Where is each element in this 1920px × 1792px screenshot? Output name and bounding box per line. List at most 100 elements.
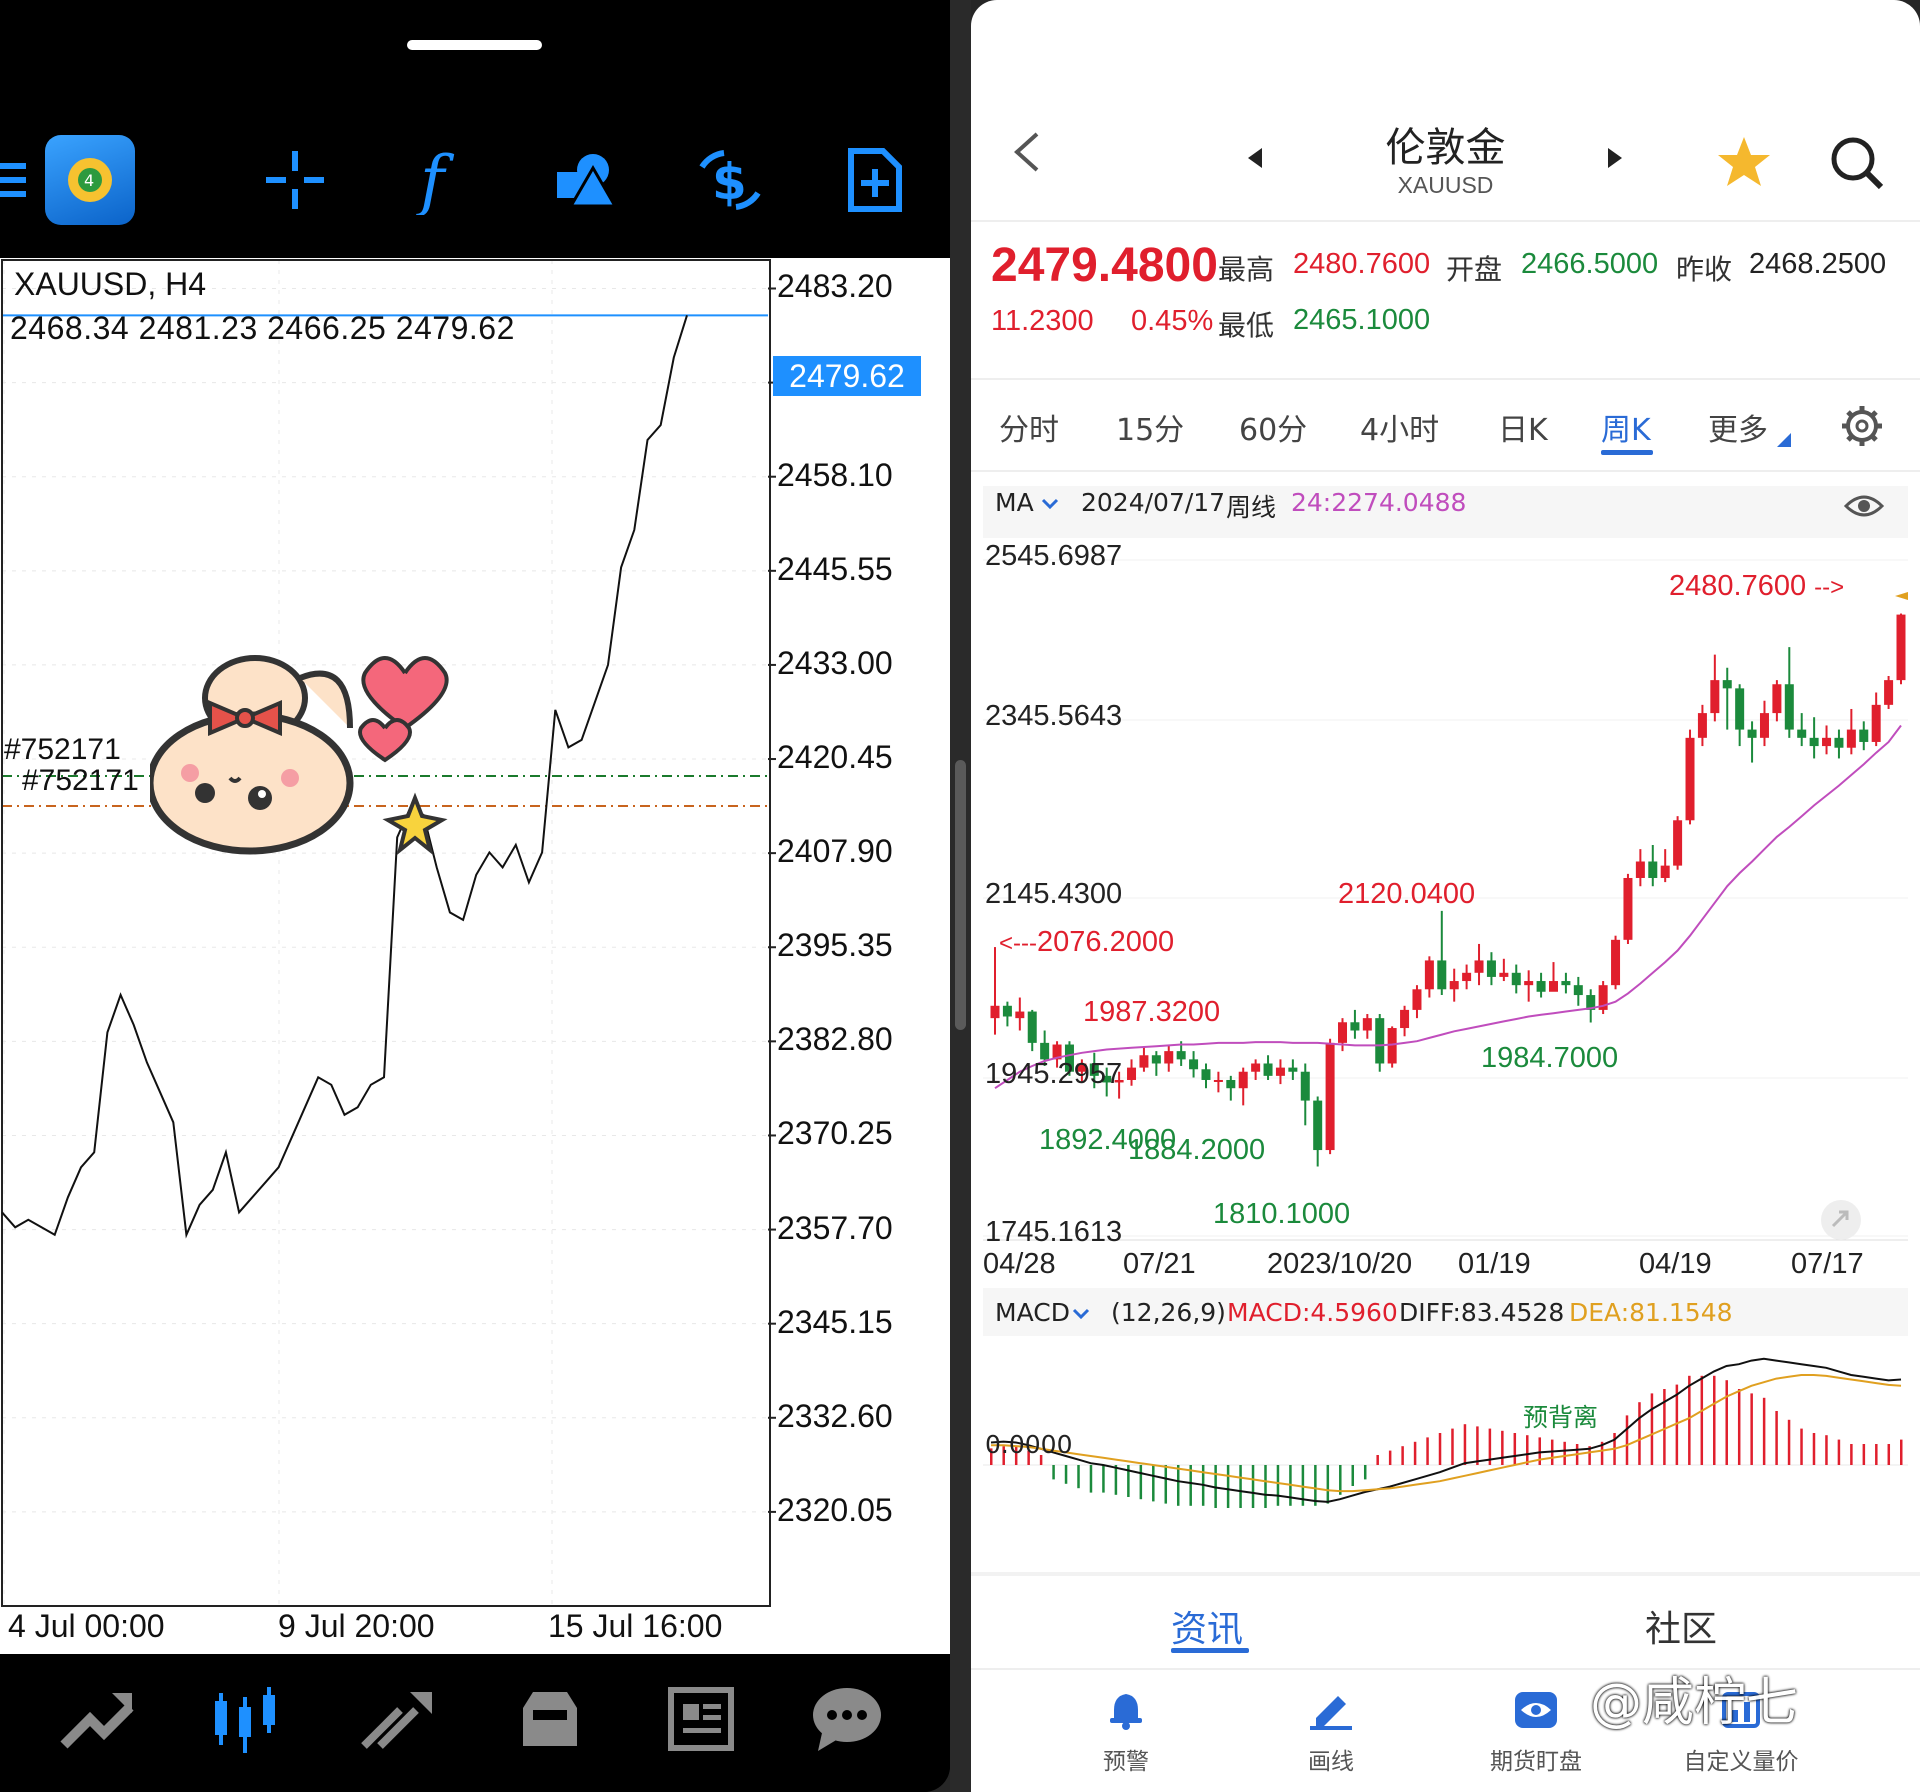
history-icon[interactable] (505, 1674, 595, 1764)
macd-bar (1762, 1397, 1766, 1465)
mt-chart[interactable]: XAUUSD, H4 2468.34 2481.23 2466.25 2479.… (0, 258, 950, 1654)
macd-chart[interactable]: 0.0000 预背离 (983, 1340, 1908, 1560)
order-label-2[interactable]: #752171 (22, 764, 139, 798)
price-axis-label: 2357.70 (777, 1209, 893, 1246)
candle-body (1164, 1051, 1174, 1064)
objects-icon[interactable] (540, 125, 630, 235)
macd-select[interactable]: MACD (995, 1298, 1070, 1327)
macd-bar (1114, 1465, 1118, 1495)
macd-bar (1264, 1465, 1267, 1508)
nav-alert[interactable]: 预警 (1046, 1690, 1206, 1776)
tab-60m[interactable]: 60分 (1239, 405, 1307, 449)
candle-body (1400, 1009, 1410, 1029)
order-label-1[interactable]: #752171 (4, 733, 121, 767)
macd-bar (1239, 1465, 1242, 1508)
current-price-tag: 2479.62 (773, 356, 921, 396)
chat-icon[interactable] (802, 1674, 892, 1764)
candle-body (1437, 960, 1447, 990)
candle-body (1611, 939, 1621, 986)
tab-community[interactable]: 社区 (1645, 1600, 1717, 1652)
indicator-f-icon[interactable]: f (400, 125, 480, 235)
macd-bar (1388, 1450, 1392, 1465)
macd-bar (1513, 1433, 1517, 1465)
tab-4h[interactable]: 4小时 (1360, 405, 1439, 449)
candle-body (1896, 614, 1906, 681)
macd-bar (1638, 1402, 1641, 1465)
nav-watch-label: 期货盯盘 (1490, 1749, 1582, 1775)
macd-bar (1862, 1444, 1866, 1465)
trade-icon[interactable] (352, 1674, 442, 1764)
content-divider (971, 1572, 1920, 1576)
fullscreen-icon[interactable] (1821, 1200, 1861, 1240)
candle-body (1747, 729, 1757, 738)
high-marker (1895, 592, 1908, 600)
macd-bar (1276, 1465, 1280, 1506)
low-label: 最低 (1218, 309, 1275, 342)
macd-bar (1837, 1439, 1841, 1465)
candle-body (990, 1005, 1000, 1019)
kline-chart[interactable]: 2545.6987 2345.5643 2145.4300 1945.2957 … (983, 540, 1908, 1280)
split-handle[interactable] (955, 760, 966, 1030)
annotation-f: 1810.1000 (1213, 1198, 1351, 1230)
annotation-a: 1987.3200 (1083, 996, 1221, 1028)
search-icon[interactable] (1829, 135, 1885, 195)
high-value: 2480.7600 (1293, 248, 1431, 280)
macd-bar (1713, 1375, 1716, 1465)
tab-15m[interactable]: 15分 (1116, 405, 1184, 449)
candle-body (1375, 1018, 1385, 1064)
candle-body (1548, 981, 1558, 992)
crosshair-icon[interactable] (255, 125, 335, 235)
tab-intraday[interactable]: 分时 (999, 405, 1059, 449)
tab-more[interactable]: 更多 (1708, 405, 1768, 449)
app-logo-icon[interactable]: 4 (45, 135, 135, 225)
candle-body (1660, 865, 1670, 878)
tab-news[interactable]: 资讯 (1171, 1600, 1243, 1652)
low-value: 2465.1000 (1293, 304, 1431, 336)
new-order-icon[interactable] (830, 125, 920, 235)
time-label: 9 Jul 20:00 (278, 1608, 435, 1644)
menu-icon[interactable] (0, 125, 34, 235)
price-axis-label: 2332.60 (777, 1397, 893, 1434)
chart-icon[interactable] (200, 1674, 290, 1764)
candle-body (1573, 985, 1583, 996)
news-icon[interactable] (655, 1674, 745, 1764)
macd-bar (1688, 1375, 1691, 1465)
next-symbol-icon[interactable] (1606, 148, 1624, 172)
pen-icon (1310, 1696, 1352, 1730)
eye-icon[interactable] (1843, 492, 1885, 524)
trade-icon[interactable]: $ (685, 125, 775, 235)
macd-bar (1139, 1465, 1143, 1500)
ma-select[interactable]: MA (995, 488, 1034, 517)
tab-weekly[interactable]: 周K (1601, 405, 1651, 449)
prev-close-label: 昨收 (1676, 253, 1733, 286)
chevron-down-icon[interactable] (1041, 496, 1059, 515)
macd-bar (1737, 1389, 1741, 1465)
time-label: 15 Jul 16:00 (548, 1608, 723, 1644)
macd-bar (1102, 1465, 1105, 1493)
chevron-down-icon[interactable] (1072, 1306, 1090, 1325)
nav-draw[interactable]: 画线 (1251, 1690, 1411, 1776)
candle-body (1474, 960, 1484, 973)
macd-bar (1725, 1380, 1728, 1465)
svg-text:$: $ (712, 153, 747, 211)
annotation-e: 1884.2000 (1128, 1134, 1266, 1166)
candle-body (1251, 1063, 1261, 1072)
candle-body (1809, 737, 1819, 747)
high-label: 最高 (1218, 253, 1275, 286)
kline-level: 1745.1613 (985, 1216, 1123, 1248)
quotes-icon[interactable] (52, 1674, 142, 1764)
tab-daily[interactable]: 日K (1498, 405, 1548, 449)
macd-bar (1563, 1441, 1566, 1465)
time-label: 4 Jul 00:00 (8, 1608, 165, 1644)
price-axis-label: 2458.10 (777, 456, 893, 493)
metatrader-pane: f $ 4 XAUUSD, H4 2468.34 2481.23 2466.25… (0, 0, 950, 1792)
candle-body (1822, 737, 1832, 747)
candle-body (1871, 704, 1881, 742)
news-tab-underline (1171, 1648, 1249, 1653)
candle-body (1784, 684, 1794, 730)
settings-gear-icon[interactable] (1841, 405, 1883, 451)
price-axis-label: 2345.15 (777, 1303, 893, 1340)
star-icon[interactable] (1716, 135, 1772, 193)
quote-pane: 伦敦金 XAUUSD 2479.4800 最高 2480.7600 开盘 246… (971, 0, 1920, 1792)
candle-body (1176, 1051, 1186, 1060)
